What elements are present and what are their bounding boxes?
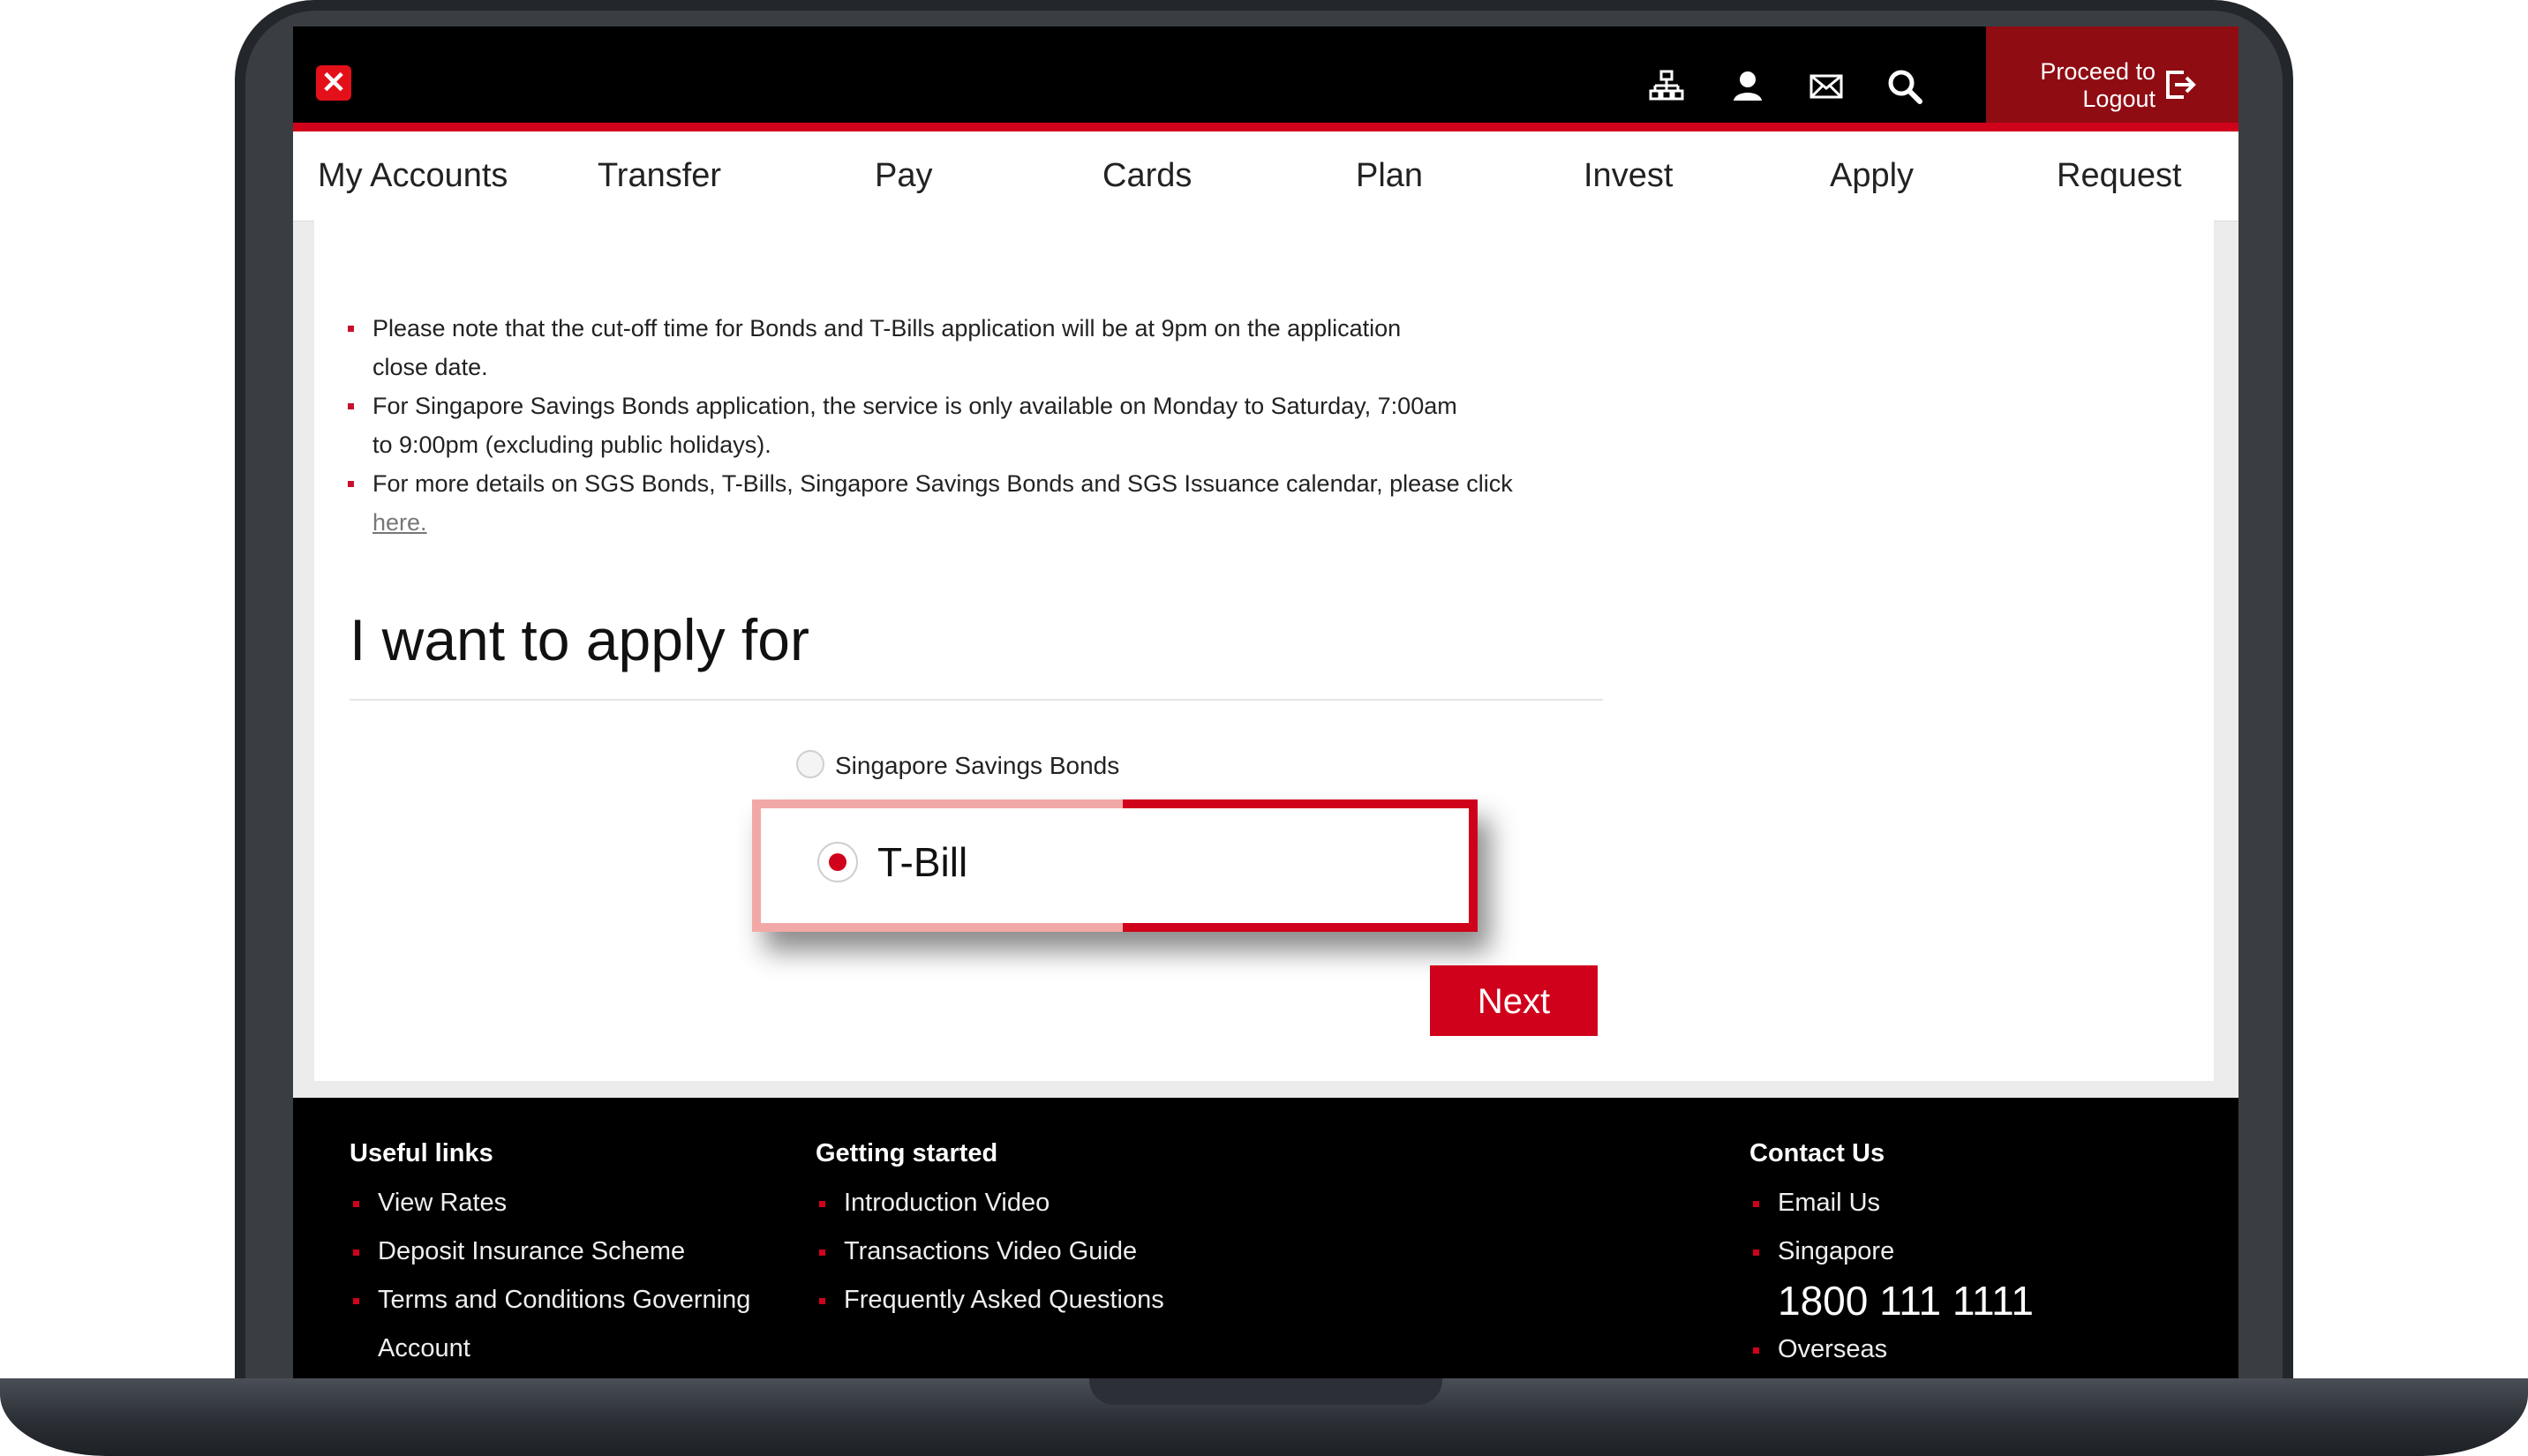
footer-link[interactable]: Deposit Insurance Scheme [350,1227,750,1276]
note-item: For more details on SGS Bonds, T-Bills, … [348,464,1584,542]
footer: Useful links View Rates Deposit Insuranc… [293,1098,2238,1381]
note-item: Please note that the cut-off time for Bo… [348,309,1584,387]
option-t-bill-highlight[interactable]: T-Bill [752,799,1478,932]
sitemap-icon[interactable] [1649,69,1684,104]
footer-link-continued[interactable]: Account [350,1325,750,1373]
footer-title: Contact Us [1749,1139,1885,1167]
nav-my-accounts[interactable]: My Accounts [318,131,508,221]
footer-title: Getting started [816,1139,998,1167]
note-item: For Singapore Savings Bonds application,… [348,387,1584,464]
mail-icon[interactable] [1809,69,1844,104]
footer-link[interactable]: Transactions Video Guide [816,1227,1164,1276]
footer-link[interactable]: Terms and Conditions Governing [350,1276,750,1325]
logout-button[interactable]: Proceed to Logout [1986,26,2238,131]
phone-number[interactable]: 1800 111 1111 [1749,1276,2034,1325]
details-link[interactable]: here. [372,509,427,536]
nav-plan[interactable]: Plan [1356,131,1423,221]
footer-getting-started: Getting started Introduction Video Trans… [816,1140,1164,1325]
search-icon[interactable] [1887,69,1922,104]
top-bar: ✕ Proceed to Logout [293,26,2238,131]
logout-label: Proceed to Logout [2040,58,2156,112]
header-accent-line [293,123,2238,131]
next-button[interactable]: Next [1430,965,1598,1036]
bank-logo-icon[interactable]: ✕ [316,65,351,101]
screen: ✕ Proceed to Logout My Accounts Transfer… [293,26,2238,1381]
nav-pay[interactable]: Pay [875,131,932,221]
notes-list: Please note that the cut-off time for Bo… [348,309,1584,542]
nav-transfer[interactable]: Transfer [598,131,721,221]
footer-title: Useful links [350,1139,493,1167]
footer-link[interactable]: View Rates [350,1179,750,1227]
nav-apply[interactable]: Apply [1830,131,1914,221]
footer-contact: Contact Us Email Us Singapore 1800 111 1… [1749,1140,2034,1374]
divider [350,699,1603,701]
form-heading: I want to apply for [350,607,809,672]
footer-link[interactable]: Overseas [1749,1325,2034,1374]
option-label: Singapore Savings Bonds [835,752,1120,779]
option-label: T-Bill [877,839,968,885]
radio-unselected[interactable] [796,750,824,778]
footer-link[interactable]: Frequently Asked Questions [816,1276,1164,1325]
logout-icon [2166,71,2196,99]
footer-contact-region: Singapore [1749,1227,2034,1276]
nav-request[interactable]: Request [2057,131,2182,221]
footer-link[interactable]: Introduction Video [816,1179,1164,1227]
footer-useful-links: Useful links View Rates Deposit Insuranc… [350,1140,750,1373]
user-icon[interactable] [1730,69,1765,104]
nav-invest[interactable]: Invest [1584,131,1673,221]
nav-cards[interactable]: Cards [1102,131,1192,221]
footer-link[interactable]: Email Us [1749,1179,2034,1227]
main-content: Please note that the cut-off time for Bo… [314,221,2214,1081]
main-nav: My Accounts Transfer Pay Cards Plan Inve… [293,131,2238,221]
laptop-notch [1089,1378,1442,1405]
radio-selected[interactable] [817,842,858,882]
